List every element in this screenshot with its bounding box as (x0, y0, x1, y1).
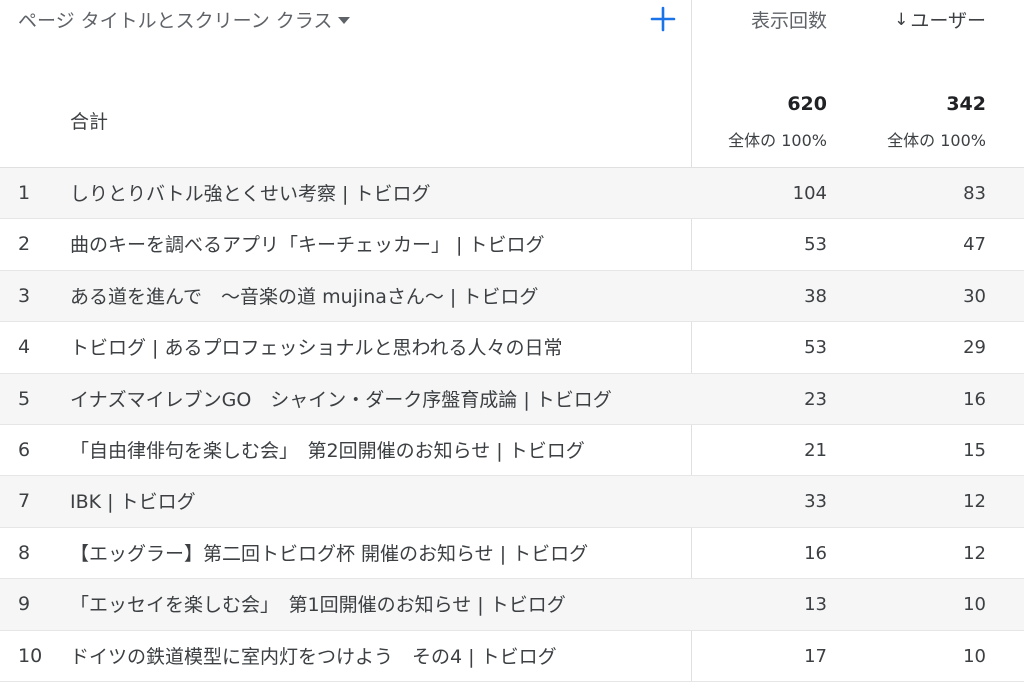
column-header-views[interactable]: 表示回数 (751, 6, 827, 33)
row-page-title[interactable]: 【エッグラー】第二回トビログ杯 開催のお知らせ | トビログ (70, 539, 588, 566)
row-views: 23 (804, 388, 827, 410)
table-body: 1 しりとりバトル強とくせい考察 | トビログ 104 83 2 曲のキーを調べ… (0, 168, 1024, 682)
row-views: 13 (804, 594, 827, 616)
row-views: 16 (804, 542, 827, 564)
row-views: 104 (792, 183, 827, 204)
row-page-title[interactable]: 曲のキーを調べるアプリ「キーチェッカー」 | トビログ (70, 230, 544, 257)
row-users: 12 (963, 491, 986, 513)
row-page-title[interactable]: 「エッセイを楽しむ会」 第1回開催のお知らせ | トビログ (70, 590, 566, 617)
row-views: 33 (804, 491, 827, 513)
table-row: 5 イナズマイレブンGO シャイン・ダーク序盤育成論 | トビログ 23 16 (0, 373, 1024, 425)
table-row: 9 「エッセイを楽しむ会」 第1回開催のお知らせ | トビログ 13 10 (0, 579, 1024, 631)
row-page-title[interactable]: ドイツの鉄道模型に室内灯をつけよう その4 | トビログ (70, 642, 557, 669)
row-index: 8 (18, 541, 31, 564)
caret-down-icon (338, 17, 351, 24)
row-users: 16 (963, 388, 986, 410)
row-users: 15 (963, 439, 986, 461)
row-index: 10 (18, 644, 43, 667)
row-users: 10 (963, 645, 986, 667)
row-page-title[interactable]: IBK | トビログ (70, 487, 196, 514)
row-page-title[interactable]: トビログ | あるプロフェッショナルと思われる人々の日常 (70, 333, 563, 360)
column-header-users-label: ユーザー (910, 10, 986, 32)
row-index: 6 (18, 438, 31, 461)
table-row: 6 「自由律俳句を楽しむ会」 第2回開催のお知らせ | トビログ 21 15 (0, 425, 1024, 477)
row-views: 21 (804, 439, 827, 461)
table-row: 8 【エッグラー】第二回トビログ杯 開催のお知らせ | トビログ 16 12 (0, 528, 1024, 580)
row-index: 3 (18, 284, 31, 307)
row-index: 9 (18, 593, 31, 616)
row-users: 10 (963, 594, 986, 616)
row-users: 12 (963, 542, 986, 564)
row-users: 83 (963, 183, 986, 204)
row-page-title[interactable]: イナズマイレブンGO シャイン・ダーク序盤育成論 | トビログ (70, 385, 612, 412)
row-views: 17 (804, 645, 827, 667)
row-users: 30 (963, 285, 986, 307)
dimension-label: ページ タイトルとスクリーン クラス (18, 10, 333, 32)
table-row: 3 ある道を進んで ～音楽の道 mujinaさん～ | トビログ 38 30 (0, 270, 1024, 323)
totals-views: 620 (787, 93, 827, 115)
totals-views-percent: 全体の 100% (728, 131, 827, 150)
table-header: ページ タイトルとスクリーン クラス 表示回数 ↓ ユーザー 合計 620 全体… (0, 0, 1024, 168)
dimension-selector[interactable]: ページ タイトルとスクリーン クラス (18, 6, 351, 33)
table-row: 7 IBK | トビログ 33 12 (0, 476, 1024, 528)
table-row: 4 トビログ | あるプロフェッショナルと思われる人々の日常 53 29 (0, 322, 1024, 374)
table-row: 2 曲のキーを調べるアプリ「キーチェッカー」 | トビログ 53 47 (0, 219, 1024, 271)
column-header-users[interactable]: ↓ ユーザー (894, 6, 986, 33)
table-row: 1 しりとりバトル強とくせい考察 | トビログ 104 83 (0, 168, 1024, 220)
row-page-title[interactable]: しりとりバトル強とくせい考察 | トビログ (70, 179, 430, 206)
row-users: 29 (963, 337, 986, 359)
row-index: 4 (18, 336, 31, 359)
totals-users: 342 (946, 93, 986, 115)
row-index: 1 (18, 182, 31, 204)
row-page-title[interactable]: ある道を進んで ～音楽の道 mujinaさん～ | トビログ (70, 282, 538, 309)
sort-down-arrow-icon: ↓ (894, 9, 909, 30)
row-page-title[interactable]: 「自由律俳句を楽しむ会」 第2回開催のお知らせ | トビログ (70, 436, 585, 463)
totals-users-percent: 全体の 100% (887, 131, 986, 150)
row-index: 7 (18, 490, 31, 513)
totals-label: 合計 (70, 111, 109, 133)
row-users: 47 (963, 234, 986, 256)
row-index: 5 (18, 387, 31, 410)
table-row: 10 ドイツの鉄道模型に室内灯をつけよう その4 | トビログ 17 10 (0, 631, 1024, 682)
row-views: 53 (804, 234, 827, 256)
row-index: 2 (18, 233, 31, 256)
add-dimension-plus-icon[interactable] (648, 4, 678, 34)
row-views: 53 (804, 337, 827, 359)
row-views: 38 (804, 285, 827, 307)
